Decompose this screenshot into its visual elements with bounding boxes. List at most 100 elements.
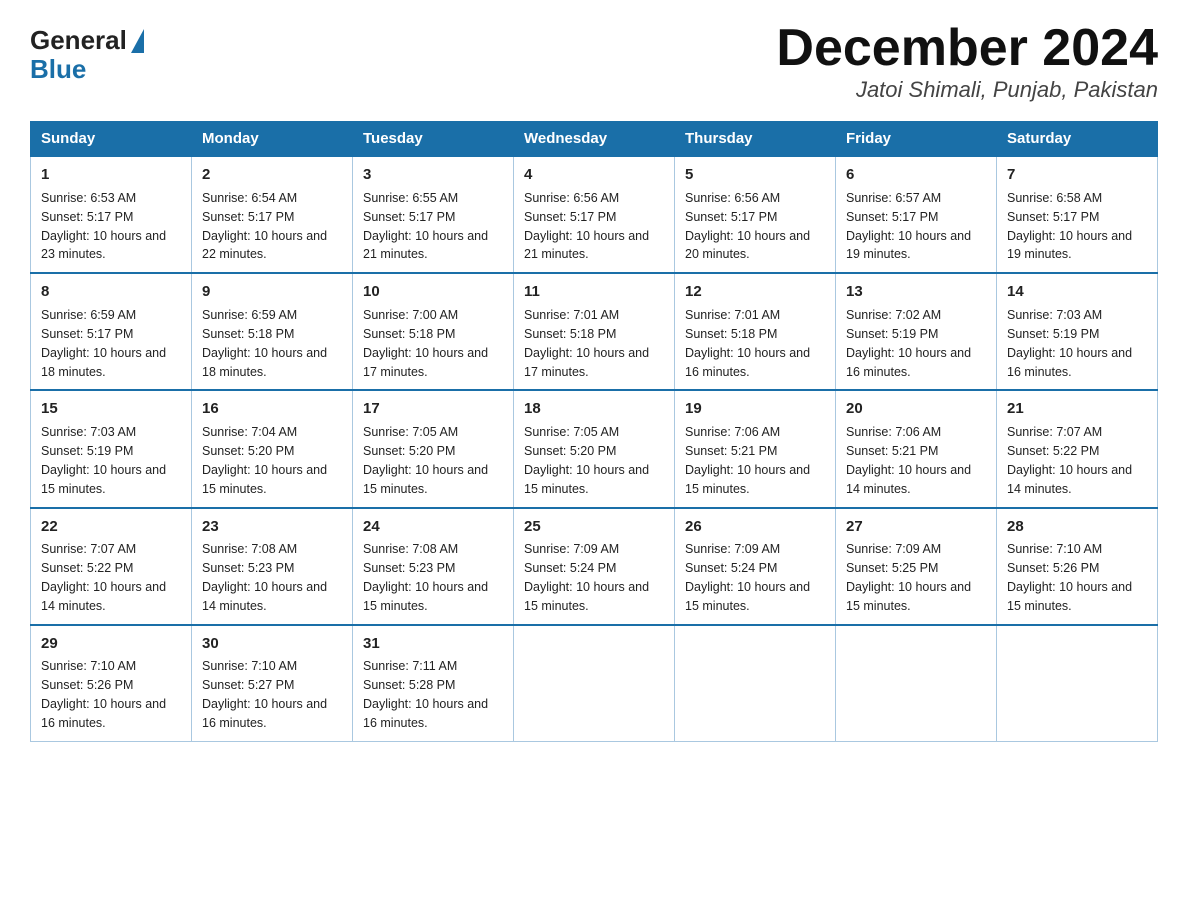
table-row: 5 Sunrise: 6:56 AMSunset: 5:17 PMDaylight… (675, 156, 836, 273)
calendar-week-row: 22Sunrise: 7:07 AMSunset: 5:22 PMDayligh… (31, 508, 1158, 625)
table-row: 4 Sunrise: 6:56 AMSunset: 5:17 PMDaylight… (514, 156, 675, 273)
day-info: Sunrise: 7:00 AMSunset: 5:18 PMDaylight:… (363, 308, 488, 379)
table-row: 6 Sunrise: 6:57 AMSunset: 5:17 PMDaylight… (836, 156, 997, 273)
day-number: 29 (41, 633, 181, 655)
location-subtitle: Jatoi Shimali, Punjab, Pakistan (776, 77, 1158, 103)
day-number: 26 (685, 516, 825, 538)
day-info: Sunrise: 7:06 AMSunset: 5:21 PMDaylight:… (846, 425, 971, 496)
table-row: 2 Sunrise: 6:54 AMSunset: 5:17 PMDaylight… (192, 156, 353, 273)
day-number: 6 (846, 164, 986, 186)
table-row: 13 Sunrise: 7:02 AMSunset: 5:19 PMDayligh… (836, 273, 997, 390)
table-row: 29 Sunrise: 7:10 AMSunset: 5:26 PMDayligh… (31, 625, 192, 742)
day-info: Sunrise: 6:54 AMSunset: 5:17 PMDaylight:… (202, 191, 327, 262)
table-row: 15 Sunrise: 7:03 AMSunset: 5:19 PMDayligh… (31, 390, 192, 507)
logo-general-text: General (30, 26, 127, 55)
table-row: 24Sunrise: 7:08 AMSunset: 5:23 PMDayligh… (353, 508, 514, 625)
calendar-week-row: 15 Sunrise: 7:03 AMSunset: 5:19 PMDayligh… (31, 390, 1158, 507)
day-number: 15 (41, 398, 181, 420)
table-row: 12Sunrise: 7:01 AMSunset: 5:18 PMDayligh… (675, 273, 836, 390)
day-info: Sunrise: 6:53 AMSunset: 5:17 PMDaylight:… (41, 191, 166, 262)
day-info: Sunrise: 7:02 AMSunset: 5:19 PMDaylight:… (846, 308, 971, 379)
day-number: 7 (1007, 164, 1147, 186)
day-number: 23 (202, 516, 342, 538)
table-row: 7 Sunrise: 6:58 AMSunset: 5:17 PMDaylight… (997, 156, 1158, 273)
day-info: Sunrise: 7:09 AMSunset: 5:24 PMDaylight:… (524, 542, 649, 613)
table-row: 30 Sunrise: 7:10 AMSunset: 5:27 PMDayligh… (192, 625, 353, 742)
table-row: 3 Sunrise: 6:55 AMSunset: 5:17 PMDaylight… (353, 156, 514, 273)
day-number: 24 (363, 516, 503, 538)
table-row: 11 Sunrise: 7:01 AMSunset: 5:18 PMDayligh… (514, 273, 675, 390)
table-row: 21Sunrise: 7:07 AMSunset: 5:22 PMDayligh… (997, 390, 1158, 507)
day-info: Sunrise: 7:03 AMSunset: 5:19 PMDaylight:… (41, 425, 166, 496)
day-info: Sunrise: 7:11 AMSunset: 5:28 PMDaylight:… (363, 659, 488, 730)
day-info: Sunrise: 6:59 AMSunset: 5:18 PMDaylight:… (202, 308, 327, 379)
day-number: 19 (685, 398, 825, 420)
table-row: 20 Sunrise: 7:06 AMSunset: 5:21 PMDayligh… (836, 390, 997, 507)
day-number: 2 (202, 164, 342, 186)
table-row: 27 Sunrise: 7:09 AMSunset: 5:25 PMDayligh… (836, 508, 997, 625)
day-number: 14 (1007, 281, 1147, 303)
day-info: Sunrise: 6:57 AMSunset: 5:17 PMDaylight:… (846, 191, 971, 262)
day-number: 31 (363, 633, 503, 655)
day-number: 20 (846, 398, 986, 420)
day-info: Sunrise: 7:10 AMSunset: 5:26 PMDaylight:… (41, 659, 166, 730)
day-info: Sunrise: 7:10 AMSunset: 5:26 PMDaylight:… (1007, 542, 1132, 613)
day-number: 1 (41, 164, 181, 186)
day-number: 13 (846, 281, 986, 303)
day-number: 27 (846, 516, 986, 538)
day-info: Sunrise: 7:05 AMSunset: 5:20 PMDaylight:… (524, 425, 649, 496)
day-info: Sunrise: 7:03 AMSunset: 5:19 PMDaylight:… (1007, 308, 1132, 379)
table-row: 28Sunrise: 7:10 AMSunset: 5:26 PMDayligh… (997, 508, 1158, 625)
table-row: 14 Sunrise: 7:03 AMSunset: 5:19 PMDayligh… (997, 273, 1158, 390)
table-row: 19 Sunrise: 7:06 AMSunset: 5:21 PMDayligh… (675, 390, 836, 507)
logo: General Blue (30, 26, 144, 83)
day-info: Sunrise: 7:01 AMSunset: 5:18 PMDaylight:… (685, 308, 810, 379)
table-row: 17 Sunrise: 7:05 AMSunset: 5:20 PMDayligh… (353, 390, 514, 507)
day-info: Sunrise: 6:56 AMSunset: 5:17 PMDaylight:… (524, 191, 649, 262)
table-row: 10 Sunrise: 7:00 AMSunset: 5:18 PMDayligh… (353, 273, 514, 390)
day-info: Sunrise: 7:10 AMSunset: 5:27 PMDaylight:… (202, 659, 327, 730)
col-wednesday: Wednesday (514, 122, 675, 157)
table-row (836, 625, 997, 742)
col-tuesday: Tuesday (353, 122, 514, 157)
calendar-week-row: 1 Sunrise: 6:53 AMSunset: 5:17 PMDaylight… (31, 156, 1158, 273)
day-info: Sunrise: 7:08 AMSunset: 5:23 PMDaylight:… (202, 542, 327, 613)
day-info: Sunrise: 7:06 AMSunset: 5:21 PMDaylight:… (685, 425, 810, 496)
day-number: 4 (524, 164, 664, 186)
day-info: Sunrise: 6:58 AMSunset: 5:17 PMDaylight:… (1007, 191, 1132, 262)
logo-triangle-icon (131, 29, 144, 53)
table-row: 22Sunrise: 7:07 AMSunset: 5:22 PMDayligh… (31, 508, 192, 625)
day-info: Sunrise: 6:56 AMSunset: 5:17 PMDaylight:… (685, 191, 810, 262)
calendar-header-row: Sunday Monday Tuesday Wednesday Thursday… (31, 122, 1158, 157)
day-number: 9 (202, 281, 342, 303)
day-number: 11 (524, 281, 664, 303)
title-block: December 2024 Jatoi Shimali, Punjab, Pak… (776, 20, 1158, 103)
col-sunday: Sunday (31, 122, 192, 157)
day-number: 10 (363, 281, 503, 303)
day-number: 17 (363, 398, 503, 420)
day-info: Sunrise: 7:04 AMSunset: 5:20 PMDaylight:… (202, 425, 327, 496)
logo-blue-text: Blue (30, 55, 144, 84)
table-row (675, 625, 836, 742)
table-row: 9 Sunrise: 6:59 AMSunset: 5:18 PMDaylight… (192, 273, 353, 390)
day-number: 30 (202, 633, 342, 655)
day-number: 21 (1007, 398, 1147, 420)
table-row: 8 Sunrise: 6:59 AMSunset: 5:17 PMDaylight… (31, 273, 192, 390)
day-number: 22 (41, 516, 181, 538)
calendar-week-row: 29 Sunrise: 7:10 AMSunset: 5:26 PMDayligh… (31, 625, 1158, 742)
col-thursday: Thursday (675, 122, 836, 157)
day-number: 8 (41, 281, 181, 303)
table-row: 25 Sunrise: 7:09 AMSunset: 5:24 PMDayligh… (514, 508, 675, 625)
day-number: 25 (524, 516, 664, 538)
day-number: 3 (363, 164, 503, 186)
day-info: Sunrise: 7:09 AMSunset: 5:25 PMDaylight:… (846, 542, 971, 613)
page-header: General Blue December 2024 Jatoi Shimali… (30, 20, 1158, 103)
col-friday: Friday (836, 122, 997, 157)
col-monday: Monday (192, 122, 353, 157)
day-info: Sunrise: 6:55 AMSunset: 5:17 PMDaylight:… (363, 191, 488, 262)
day-number: 18 (524, 398, 664, 420)
day-info: Sunrise: 7:01 AMSunset: 5:18 PMDaylight:… (524, 308, 649, 379)
day-info: Sunrise: 7:05 AMSunset: 5:20 PMDaylight:… (363, 425, 488, 496)
day-info: Sunrise: 6:59 AMSunset: 5:17 PMDaylight:… (41, 308, 166, 379)
day-number: 5 (685, 164, 825, 186)
